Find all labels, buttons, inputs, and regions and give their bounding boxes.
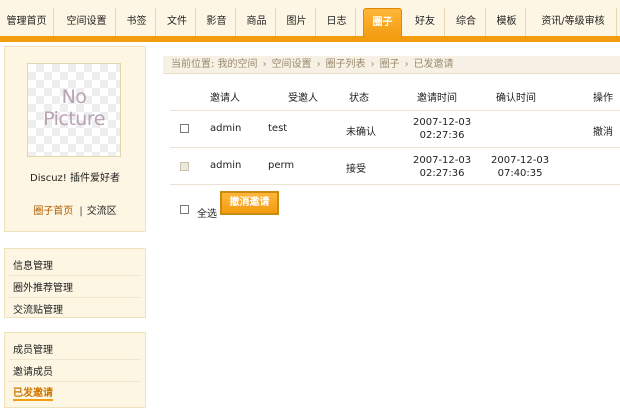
tab-files[interactable]: 文件: [159, 8, 196, 36]
breadcrumb-separator: ›: [262, 59, 267, 70]
row-divider: [170, 110, 620, 111]
invite-date: 2007-12-03: [413, 155, 472, 166]
tab-general[interactable]: 综合: [447, 8, 486, 36]
header-confirm-time: 确认时间: [496, 93, 536, 104]
cell-invitee: perm: [268, 160, 295, 171]
breadcrumb-my-space[interactable]: 我的空间: [218, 59, 258, 70]
no-picture-text: No Picture: [28, 86, 120, 130]
row-checkbox-disabled: [180, 162, 189, 171]
divider: [9, 359, 141, 360]
tab-space-settings[interactable]: 空间设置: [58, 8, 116, 36]
cell-invitee: test: [268, 123, 288, 134]
cell-invite-time: 2007-12-03 02:27:36: [413, 154, 471, 180]
confirm-clock: 07:40:35: [497, 168, 543, 179]
profile-links: 圈子首页 | 交流区: [5, 202, 145, 217]
select-all-label[interactable]: 全选: [197, 205, 217, 220]
breadcrumb-prefix: 当前位置:: [171, 59, 215, 70]
sidebar-item-member-management[interactable]: 成员管理: [13, 341, 53, 356]
circle-home-link[interactable]: 圈子首页: [33, 206, 73, 217]
confirm-date: 2007-12-03: [491, 155, 550, 166]
sidebar-item-invite-members[interactable]: 邀请成员: [13, 363, 53, 378]
invite-clock: 02:27:36: [419, 130, 465, 141]
forum-link[interactable]: 交流区: [87, 206, 117, 217]
avatar-placeholder: No Picture: [27, 63, 121, 157]
tab-media[interactable]: 影音: [198, 8, 236, 36]
cell-inviter: admin: [210, 123, 242, 134]
no-picture-line2: Picture: [43, 108, 105, 130]
tab-friends[interactable]: 好友: [406, 8, 445, 36]
header-status: 状态: [349, 93, 369, 104]
breadcrumb: 当前位置: 我的空间 › 空间设置 › 圈子列表 › 圈子 › 已发邀请: [163, 56, 620, 74]
breadcrumb-space-settings[interactable]: 空间设置: [272, 59, 312, 70]
row-checkbox[interactable]: [180, 124, 189, 133]
username: Discuz! 插件爱好者: [30, 173, 120, 184]
sidebar-item-sent-invitations[interactable]: 已发邀请: [13, 384, 53, 401]
header-invite-time: 邀请时间: [417, 93, 457, 104]
cell-confirm-time: 2007-12-03 07:40:35: [491, 154, 549, 180]
invite-date: 2007-12-03: [413, 117, 472, 128]
divider: [9, 275, 141, 276]
sidebar-item-posts-management[interactable]: 交流贴管理: [13, 301, 63, 316]
cell-status: 未确认: [346, 127, 376, 138]
breadcrumb-separator: ›: [316, 59, 321, 70]
tab-news-review[interactable]: 资讯/等级审核: [530, 8, 617, 36]
header-invitee: 受邀人: [288, 93, 318, 104]
tab-circle[interactable]: 圈子: [363, 8, 402, 38]
sidebar-menu-group-2: 成员管理 邀请成员 已发邀请: [4, 332, 146, 408]
divider: [9, 297, 141, 298]
header-action: 操作: [593, 93, 613, 104]
breadcrumb-current: 已发邀请: [413, 59, 454, 70]
cell-inviter: admin: [210, 160, 242, 171]
sidebar-item-outside-recommend[interactable]: 圈外推荐管理: [13, 279, 73, 294]
tab-bookmarks[interactable]: 书签: [118, 8, 156, 36]
no-picture-line1: No: [61, 86, 87, 108]
select-all-checkbox[interactable]: [180, 205, 189, 214]
row-divider: [170, 147, 620, 148]
breadcrumb-circle[interactable]: 圈子: [380, 59, 400, 70]
tab-templates[interactable]: 模板: [488, 8, 526, 36]
revoke-link[interactable]: 撤消: [593, 123, 613, 138]
row-divider: [170, 184, 620, 185]
top-nav: 管理首页 空间设置 书签 文件 影音 商品 图片 日志 圈子 好友 综合 模板 …: [0, 0, 620, 42]
sidebar-item-info-management[interactable]: 信息管理: [13, 257, 53, 272]
tab-goods[interactable]: 商品: [238, 8, 276, 36]
link-separator: |: [79, 206, 83, 217]
invite-clock: 02:27:36: [419, 168, 465, 179]
breadcrumb-circle-list[interactable]: 圈子列表: [326, 59, 366, 70]
tab-admin-home[interactable]: 管理首页: [0, 8, 54, 36]
breadcrumb-separator: ›: [370, 59, 375, 70]
breadcrumb-separator: ›: [404, 59, 409, 70]
tab-blog[interactable]: 日志: [318, 8, 356, 36]
tab-images[interactable]: 图片: [278, 8, 316, 36]
divider: [9, 381, 141, 382]
profile-panel: No Picture Discuz! 插件爱好者 圈子首页 | 交流区: [4, 46, 146, 232]
revoke-invitation-button[interactable]: 撤消邀请: [220, 191, 279, 215]
sidebar-menu-group-1: 信息管理 圈外推荐管理 交流贴管理: [4, 248, 146, 318]
cell-invite-time: 2007-12-03 02:27:36: [413, 116, 471, 142]
cell-status: 接受: [346, 164, 366, 175]
header-inviter: 邀请人: [210, 93, 240, 104]
